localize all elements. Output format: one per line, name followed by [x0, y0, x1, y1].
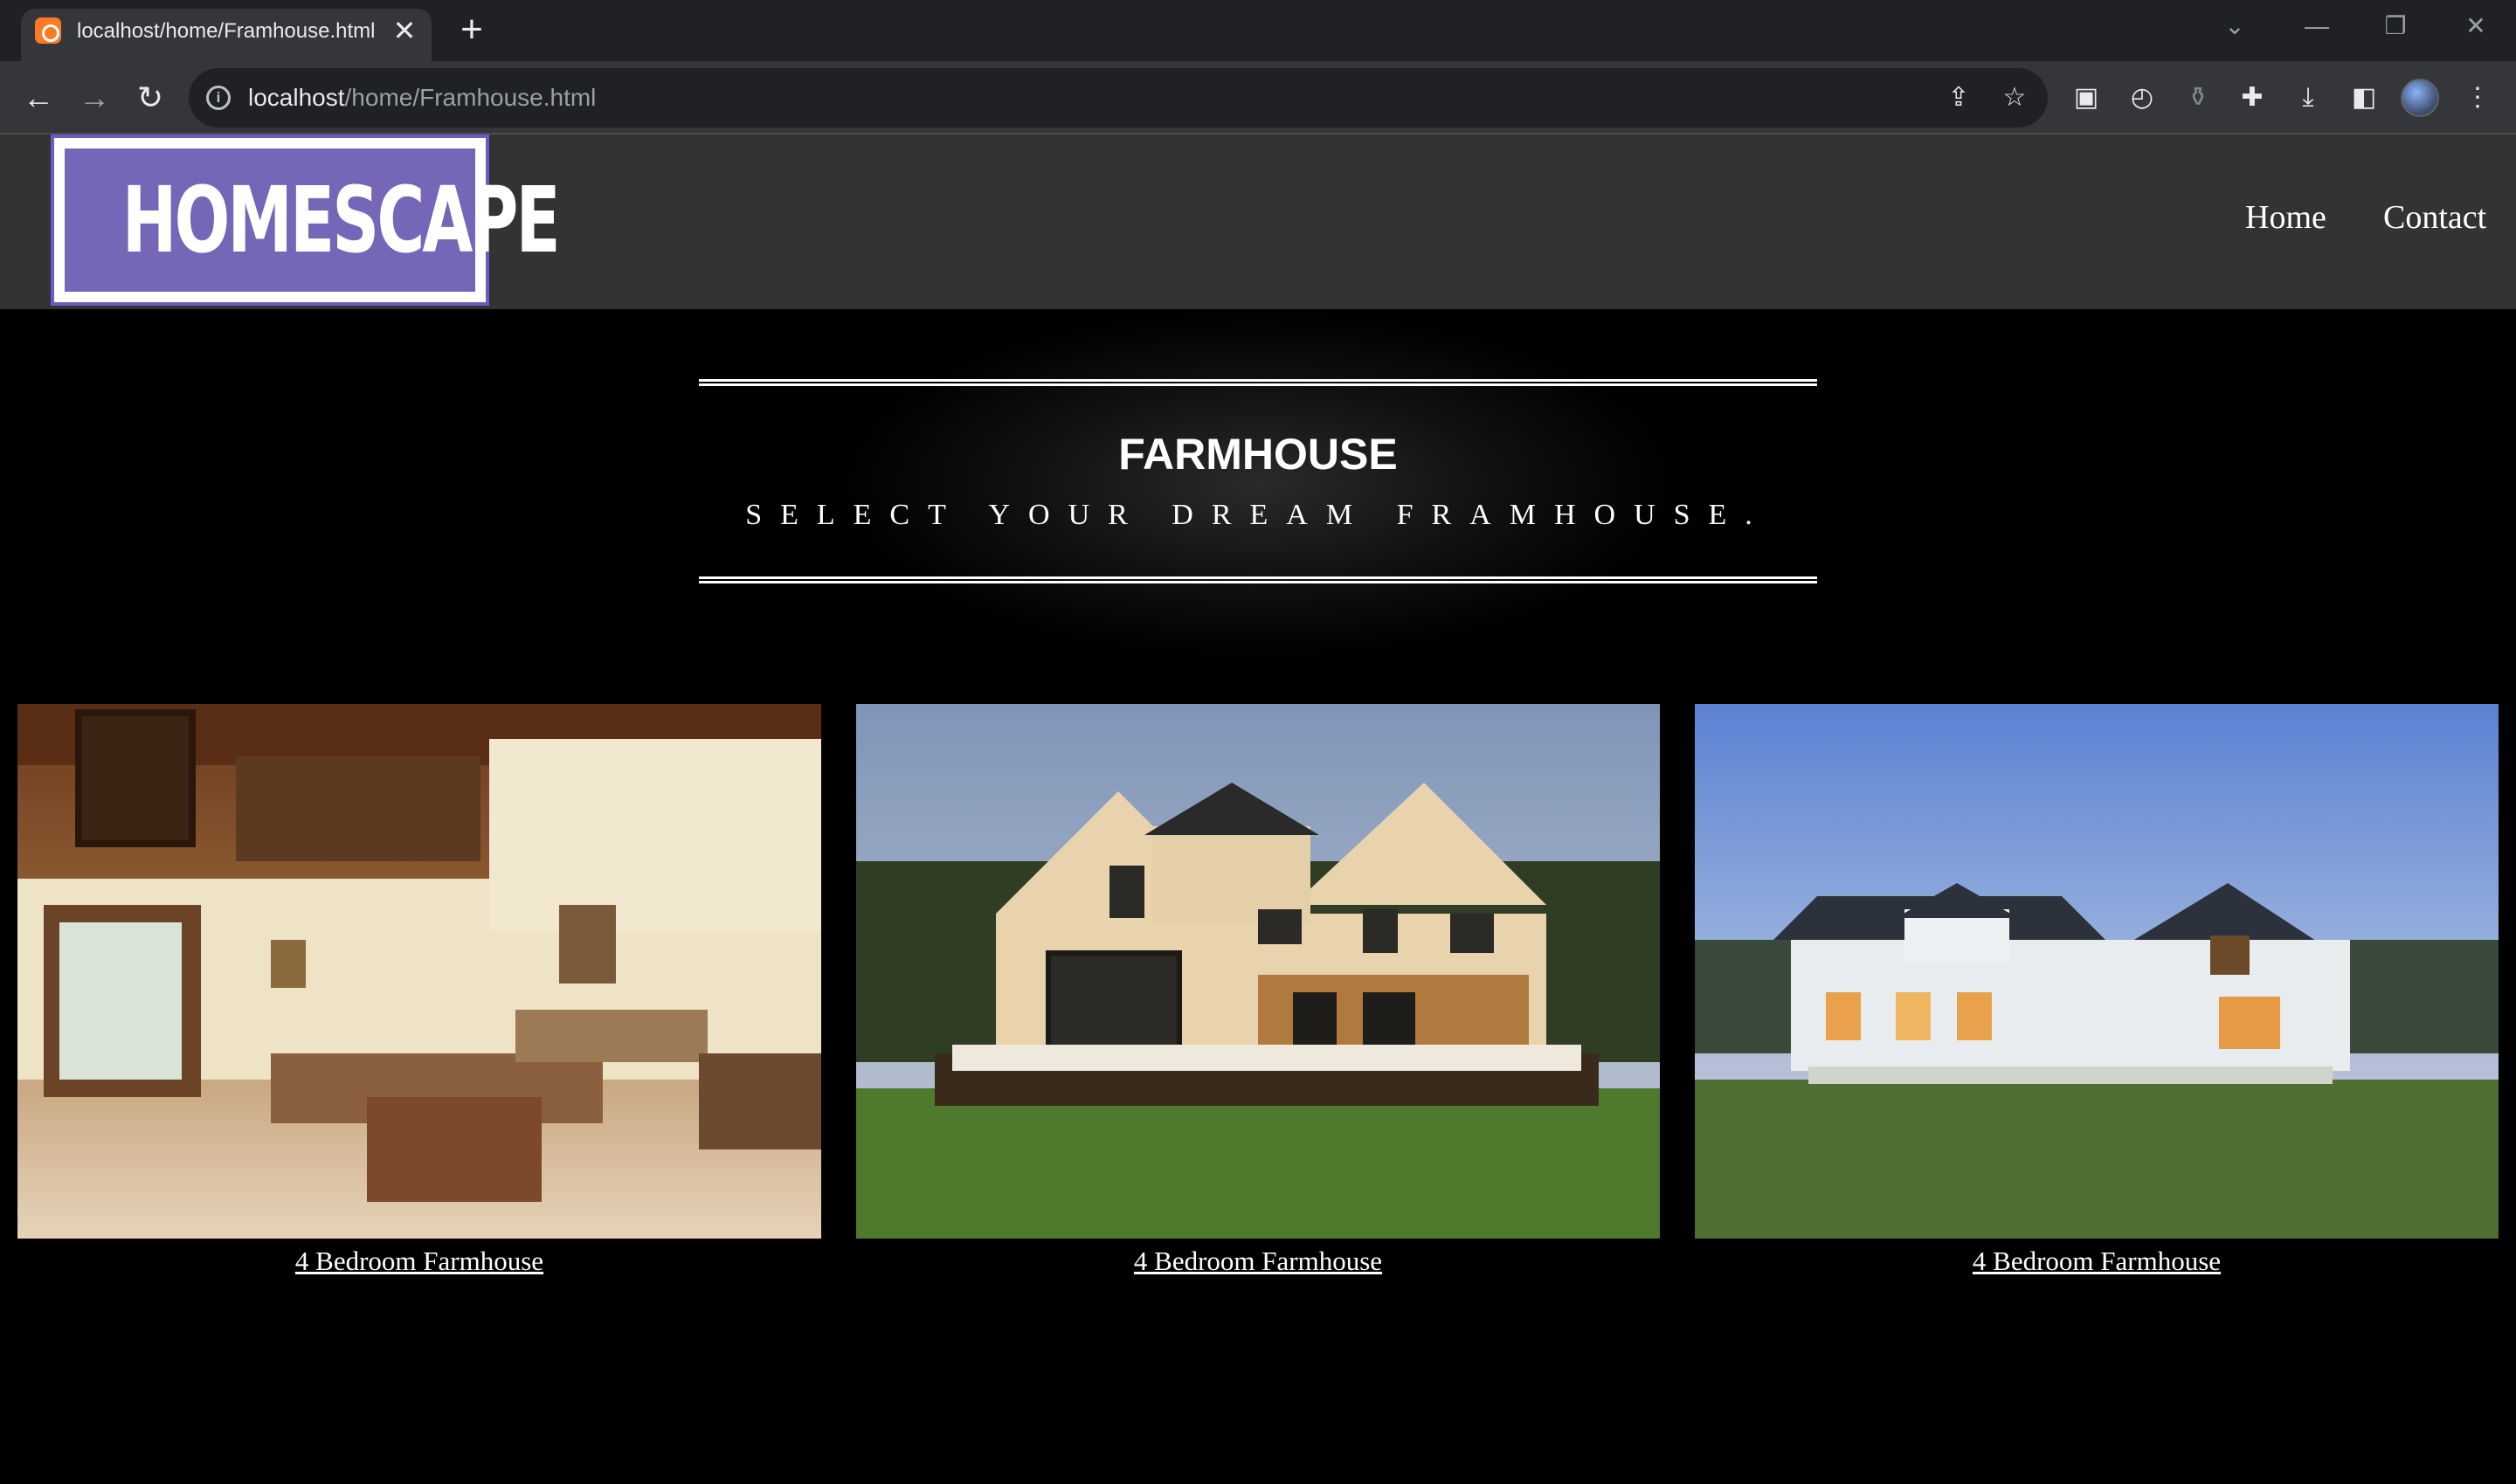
farmhouse-exterior-image-brick[interactable]: [856, 704, 1660, 1239]
farmhouse-link-1[interactable]: 4 Bedroom Farmhouse: [17, 1244, 821, 1279]
homescape-logo[interactable]: HOMESCAPE: [51, 135, 561, 306]
bottom-double-rule: [699, 576, 1817, 583]
top-double-rule: [699, 379, 1817, 386]
browser-menu-icon[interactable]: ⋮: [2458, 79, 2497, 117]
share-icon[interactable]: ⇪: [1941, 80, 1976, 115]
nav-link-home[interactable]: Home: [2245, 194, 2326, 241]
farmhouse-exterior-image-white[interactable]: [1695, 704, 2499, 1239]
new-tab-button[interactable]: +: [453, 10, 491, 49]
browser-toolbar: ← → ↻ i localhost/home/Framhouse.html ⇪ …: [0, 61, 2516, 135]
site-info-icon[interactable]: i: [206, 86, 231, 110]
bookmark-star-icon[interactable]: ☆: [1997, 80, 2032, 115]
profile-avatar[interactable]: [2401, 79, 2439, 117]
url-host: localhost: [248, 84, 345, 111]
browser-tab[interactable]: localhost/home/Framhouse.html ✕: [21, 9, 432, 61]
page-title: FARMHOUSE: [1118, 430, 1398, 479]
download-icon[interactable]: ⤓: [2289, 79, 2327, 117]
side-panel-icon[interactable]: ◧: [2345, 79, 2383, 117]
farmhouse-link-2[interactable]: 4 Bedroom Farmhouse: [856, 1244, 1660, 1279]
url-text[interactable]: localhost/home/Framhouse.html: [248, 80, 596, 115]
reload-icon[interactable]: ↻: [129, 77, 171, 119]
close-window-button[interactable]: ✕: [2451, 7, 2500, 45]
extensions-puzzle-icon[interactable]: ✚: [2233, 79, 2271, 117]
screenshot-extension-icon[interactable]: ▣: [2067, 79, 2105, 117]
farmhouse-card-1: 4 Bedroom Farmhouse: [17, 704, 821, 1279]
farmhouse-card-3: 4 Bedroom Farmhouse: [1695, 704, 2499, 1279]
xampp-favicon-icon: [35, 17, 61, 44]
nav-link-contact[interactable]: Contact: [2383, 194, 2486, 241]
farmhouse-interior-image[interactable]: [17, 704, 821, 1239]
logo-panel: HOMESCAPE: [65, 148, 561, 292]
tab-close-icon[interactable]: ✕: [390, 16, 419, 45]
tab-title: localhost/home/Framhouse.html: [77, 19, 376, 43]
url-path: /home/Framhouse.html: [344, 84, 597, 111]
forward-arrow-icon[interactable]: →: [73, 77, 115, 119]
tab-search-icon[interactable]: ⌄: [2210, 7, 2259, 45]
site-header: HOMESCAPE Home Contact: [0, 135, 2516, 309]
restore-window-button[interactable]: ❐: [2371, 7, 2420, 45]
minimize-window-button[interactable]: —: [2292, 7, 2341, 45]
logo-text: HOMESCAPE: [121, 167, 561, 273]
speed-extension-icon[interactable]: ◴: [2123, 79, 2161, 117]
hero-section: FARMHOUSE SELECT YOUR DREAM FRAMHOUSE.: [0, 309, 2516, 659]
back-arrow-icon[interactable]: ←: [17, 77, 59, 119]
farmhouse-link-3[interactable]: 4 Bedroom Farmhouse: [1695, 1244, 2499, 1279]
browser-tabstrip: localhost/home/Framhouse.html ✕ + ⌄ — ❐ …: [0, 0, 2516, 61]
bottle-extension-icon[interactable]: ⚱: [2179, 79, 2217, 117]
address-bar[interactable]: i localhost/home/Framhouse.html ⇪ ☆: [189, 68, 2048, 128]
farmhouse-card-2: 4 Bedroom Farmhouse: [856, 704, 1660, 1279]
page-subtitle: SELECT YOUR DREAM FRAMHOUSE.: [745, 499, 1771, 531]
